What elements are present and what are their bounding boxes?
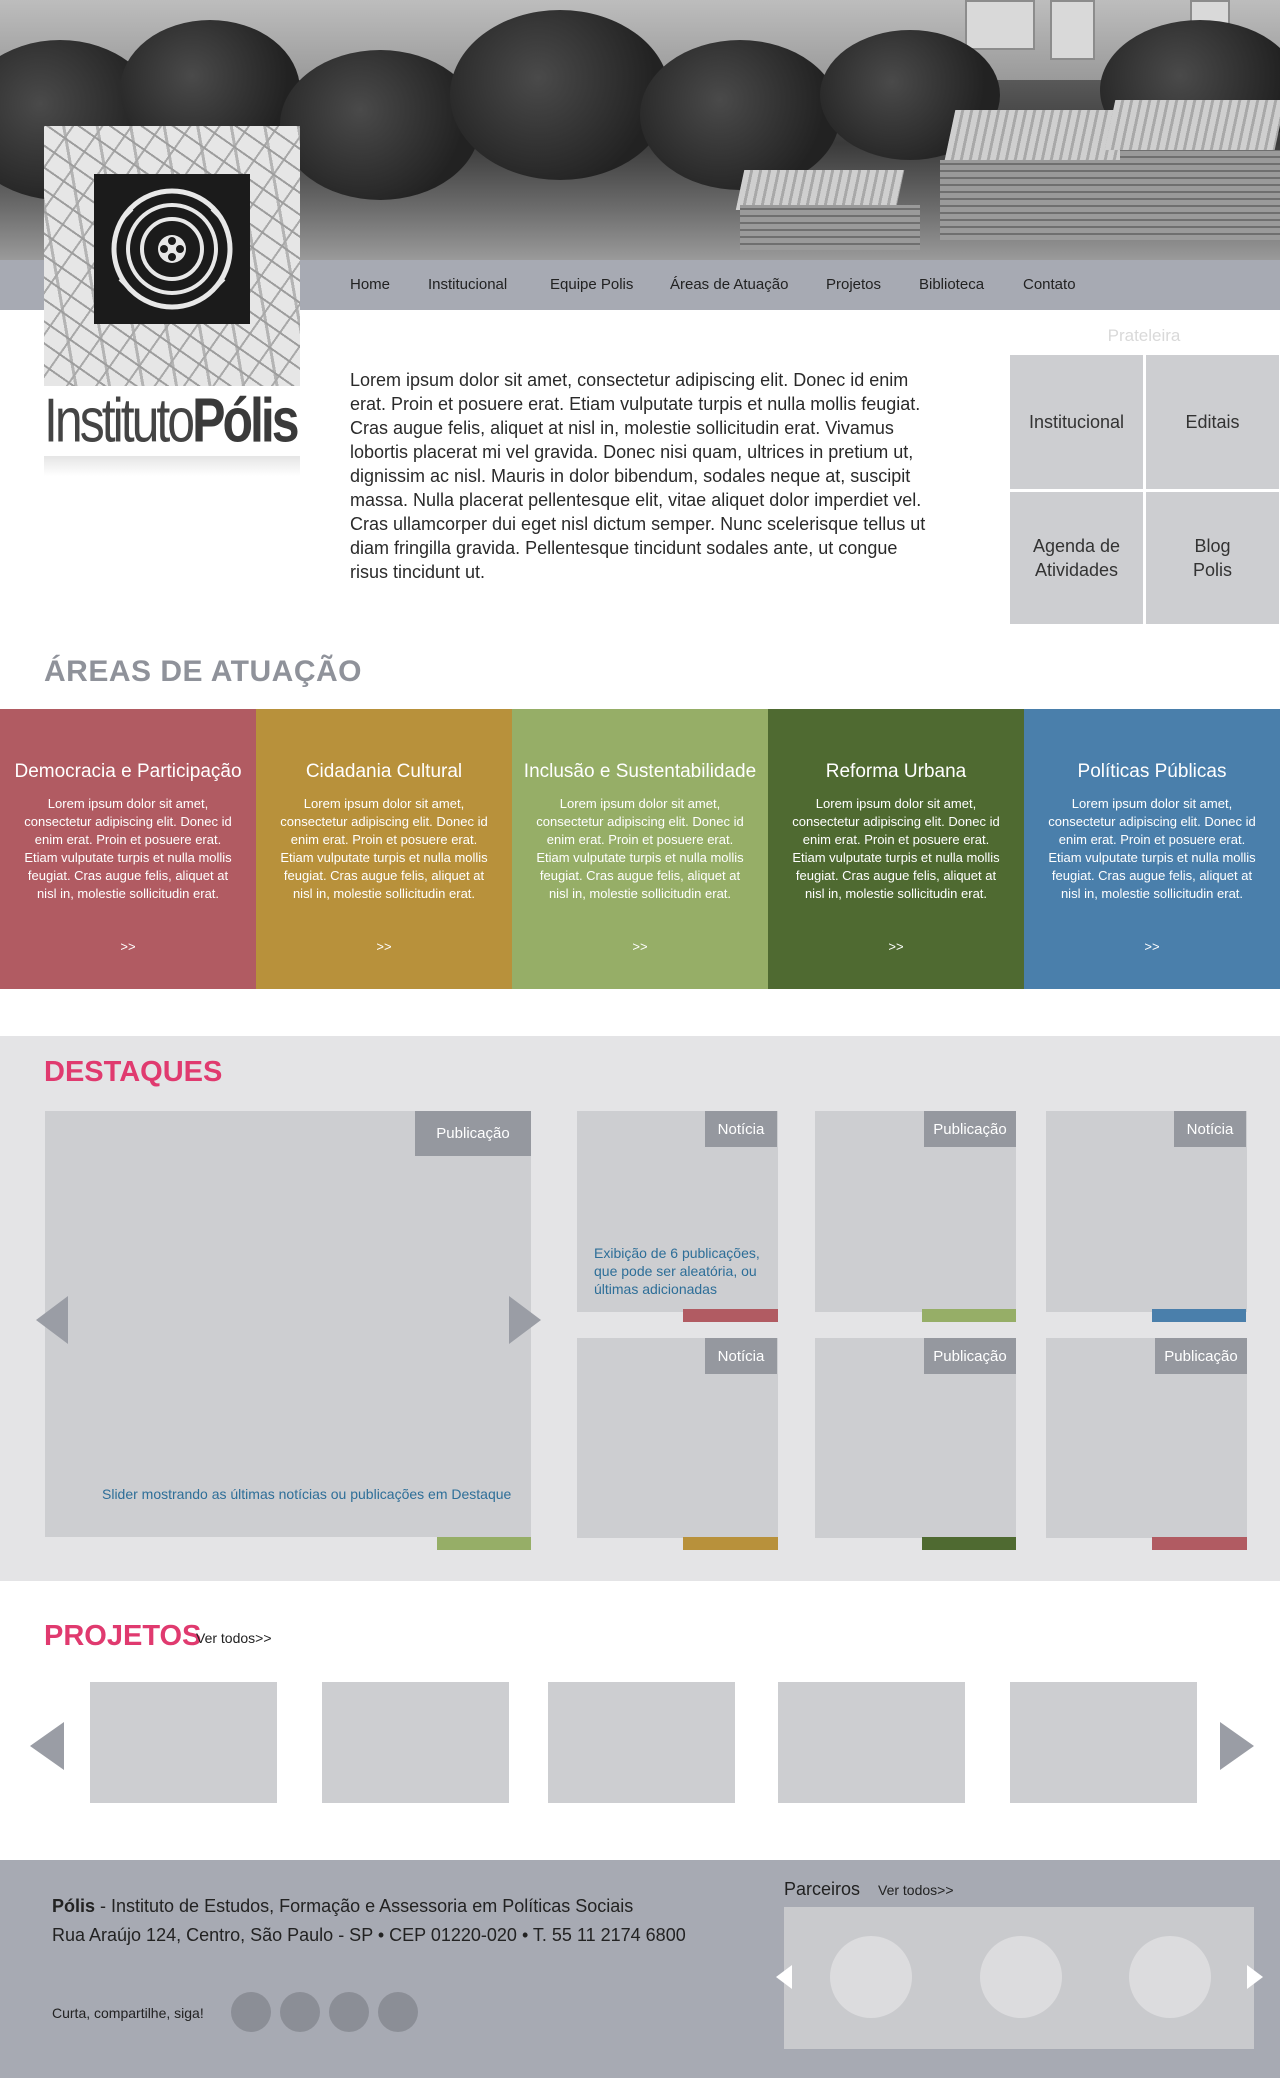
projetos-ver-todos-link[interactable]: Ver todos>> — [196, 1630, 272, 1646]
card-stripe — [683, 1537, 778, 1550]
featured-slider[interactable] — [45, 1111, 531, 1537]
hero-roof — [735, 170, 905, 210]
footer-org: Pólis - Instituto de Estudos, Formação e… — [52, 1896, 633, 1917]
area-card-democracia[interactable]: Democracia e Participação Lorem ipsum do… — [0, 709, 256, 989]
shelf-tile-label: Institucional — [1028, 412, 1125, 432]
card-tag: Notícia — [705, 1338, 777, 1374]
hero-roof — [1104, 100, 1280, 150]
card-stripe — [1152, 1309, 1246, 1322]
social-icon[interactable] — [378, 1992, 418, 2032]
projects-next-arrow-icon[interactable] — [1220, 1722, 1254, 1770]
hero-shack — [740, 205, 920, 250]
area-card-politicas-publicas[interactable]: Políticas Públicas Lorem ipsum dolor sit… — [1024, 709, 1280, 989]
shelf-tile-editais[interactable]: Editais — [1146, 355, 1279, 489]
partner-logo[interactable] — [830, 1936, 912, 2018]
social-icon[interactable] — [231, 1992, 271, 2032]
areas-heading: ÁREAS DE ATUAÇÃO — [44, 655, 363, 688]
logo-seal-icon — [94, 174, 250, 324]
area-card-description: Lorem ipsum dolor sit amet, consectetur … — [536, 796, 744, 901]
area-card-cidadania[interactable]: Cidadania Cultural Lorem ipsum dolor sit… — [256, 709, 512, 989]
grid-note: Exibição de 6 publicações, que pode ser … — [594, 1245, 760, 1297]
card-stripe — [683, 1309, 778, 1322]
nav-item-projetos[interactable]: Projetos — [826, 276, 881, 293]
shelf-tile-label: Blog Polis — [1192, 536, 1232, 580]
area-card-more-link[interactable]: >> — [1024, 939, 1280, 954]
shelf-tile-label: Agenda de Atividades — [1032, 536, 1121, 580]
footer-social-label: Curta, compartilhe, siga! — [52, 2005, 204, 2021]
area-card-inclusao[interactable]: Inclusão e Sustentabilidade Lorem ipsum … — [512, 709, 768, 989]
area-card-description: Lorem ipsum dolor sit amet, consectetur … — [1048, 796, 1256, 901]
nav-item-areas-de-atuacao[interactable]: Áreas de Atuação — [670, 276, 788, 293]
card-stripe — [922, 1537, 1016, 1550]
partner-logo[interactable] — [980, 1936, 1062, 2018]
hero-tree — [280, 50, 480, 200]
social-icon[interactable] — [280, 1992, 320, 2032]
area-card-more-link[interactable]: >> — [256, 939, 512, 954]
footer-org-name: Pólis — [52, 1896, 96, 1916]
area-card-more-link[interactable]: >> — [0, 939, 256, 954]
area-card-description: Lorem ipsum dolor sit amet, consectetur … — [24, 796, 232, 901]
hero-shack — [1120, 150, 1280, 240]
nav-item-institucional[interactable]: Institucional — [428, 276, 507, 293]
nav-item-contato[interactable]: Contato — [1023, 276, 1076, 293]
footer-org-desc: - Instituto de Estudos, Formação e Asses… — [95, 1896, 634, 1916]
slider-note: Slider mostrando as últimas notícias ou … — [102, 1486, 512, 1502]
card-tag: Publicação — [924, 1338, 1016, 1374]
hero-building — [965, 0, 1035, 50]
card-tag: Notícia — [705, 1111, 777, 1147]
area-card-title: Cidadania Cultural — [305, 761, 463, 782]
area-card-title: Democracia e Participação — [14, 761, 242, 782]
area-card-description: Lorem ipsum dolor sit amet, consectetur … — [792, 796, 1000, 901]
slider-tag: Publicação — [415, 1111, 531, 1156]
partners-ver-todos-link[interactable]: Ver todos>> — [878, 1882, 954, 1898]
card-stripe — [1152, 1537, 1247, 1550]
nav-item-biblioteca[interactable]: Biblioteca — [919, 276, 984, 293]
shelf-tile-label: Editais — [1185, 412, 1240, 432]
slider-stripe — [437, 1537, 531, 1550]
project-thumbnail[interactable] — [90, 1682, 277, 1803]
project-thumbnail[interactable] — [778, 1682, 965, 1803]
project-thumbnail[interactable] — [1010, 1682, 1197, 1803]
card-stripe — [922, 1309, 1016, 1322]
partners-next-arrow-icon[interactable] — [1247, 1965, 1263, 1989]
destaques-title: DESTAQUES — [44, 1056, 223, 1088]
shelf-tile-agenda[interactable]: Agenda de Atividades — [1010, 492, 1143, 624]
hero-shack — [940, 160, 1130, 240]
card-tag: Notícia — [1174, 1111, 1246, 1147]
area-card-title: Reforma Urbana — [825, 761, 967, 782]
logo-name-part2: Pólis — [192, 385, 299, 456]
logo-name-part1: Instituto — [44, 385, 195, 456]
card-tag: Publicação — [924, 1111, 1016, 1147]
shelf-title: Prateleira — [1107, 326, 1181, 345]
shelf-tile-blog[interactable]: Blog Polis — [1146, 492, 1279, 624]
project-thumbnail[interactable] — [322, 1682, 509, 1803]
project-thumbnail[interactable] — [548, 1682, 735, 1803]
nav-item-equipe-polis[interactable]: Equipe Polis — [550, 276, 633, 293]
slider-next-arrow-icon[interactable] — [509, 1296, 541, 1344]
hero-building — [1050, 0, 1095, 60]
logo[interactable]: InstitutoPólis — [44, 126, 300, 476]
footer-address: Rua Araújo 124, Centro, São Paulo - SP •… — [52, 1925, 686, 1945]
hero-tree — [640, 40, 840, 190]
intro-text: Lorem ipsum dolor sit amet, consectetur … — [350, 370, 926, 582]
nav-item-home[interactable]: Home — [350, 276, 390, 293]
logo-name: InstitutoPólis — [44, 384, 300, 457]
social-icon[interactable] — [329, 1992, 369, 2032]
projects-prev-arrow-icon[interactable] — [30, 1722, 64, 1770]
area-card-more-link[interactable]: >> — [768, 939, 1024, 954]
slider-prev-arrow-icon[interactable] — [36, 1296, 68, 1344]
area-card-title: Inclusão e Sustentabilidade — [523, 761, 757, 782]
area-card-description: Lorem ipsum dolor sit amet, consectetur … — [280, 796, 488, 901]
card-tag: Publicação — [1155, 1338, 1247, 1374]
logo-reflection — [44, 456, 300, 476]
hero-tree — [450, 10, 670, 180]
partners-prev-arrow-icon[interactable] — [776, 1965, 792, 1989]
area-card-title: Políticas Públicas — [1077, 761, 1227, 782]
projetos-title: PROJETOS — [44, 1620, 202, 1652]
partner-logo[interactable] — [1129, 1936, 1211, 2018]
area-card-reforma-urbana[interactable]: Reforma Urbana Lorem ipsum dolor sit ame… — [768, 709, 1024, 989]
partners-title: Parceiros — [784, 1879, 861, 1899]
shelf-tile-institucional[interactable]: Institucional — [1010, 355, 1143, 489]
area-card-more-link[interactable]: >> — [512, 939, 768, 954]
